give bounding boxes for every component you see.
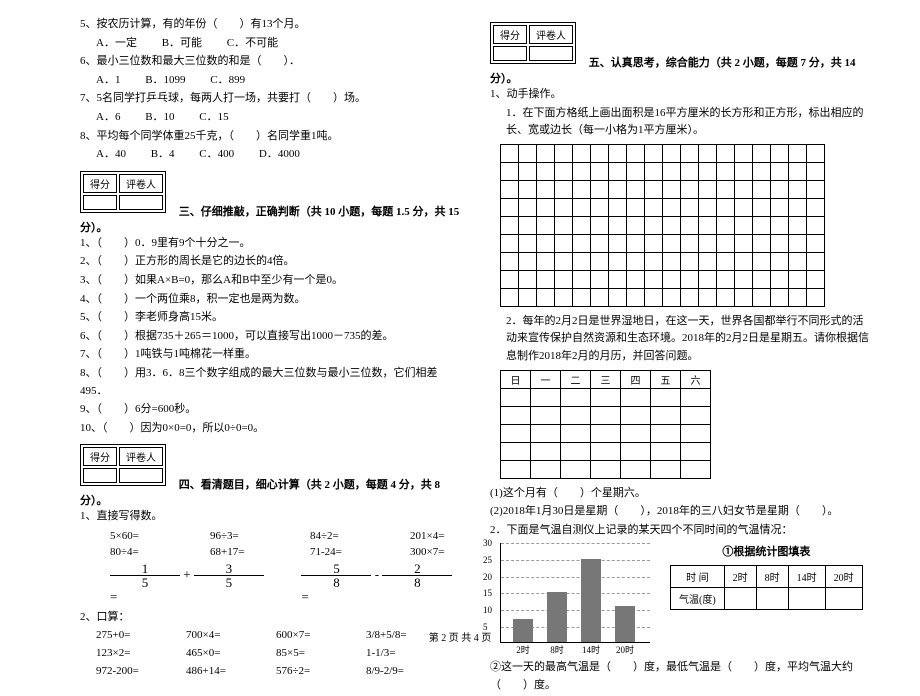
score-box-4: 得分 评卷人 四、看清题目，细心计算（共 2 小题，每题 4 分，共 8 分）。 xyxy=(80,438,460,508)
right-column: 得分 评卷人 五、认真思考，综合能力（共 2 小题，每题 7 分，共 14 分）… xyxy=(490,16,870,696)
j7: 7、（ ）1吨铁与1吨棉花一样重。 xyxy=(80,346,460,364)
q7: 7、5名同学打乒乓球，每两人打一场，共要打（ ）场。 xyxy=(80,90,460,108)
q8-opt-c: C．400 xyxy=(199,148,234,160)
q6-opt-c: C．899 xyxy=(210,74,245,86)
grid-paper xyxy=(500,144,825,307)
p1-1: 1．在下面方格纸上画出面积是16平方厘米的长方形和正方形，标出相应的长、宽或边长… xyxy=(490,105,870,140)
q8: 8、平均每个同学体重25千克，（ ）名同学重1吨。 xyxy=(80,128,460,146)
calendar-table: 日一二三四五六 xyxy=(500,370,711,479)
q6-opt-b: B．1099 xyxy=(145,74,185,86)
q-b: (2)2018年1月30日是星期（ ），2018年的三八妇女节是星期（ ）。 xyxy=(490,503,870,521)
q5-opt-b: B．可能 xyxy=(162,37,202,49)
j2: 2、（ ）正方形的周长是它的边长的4倍。 xyxy=(80,253,460,271)
reviewer-label: 评卷人 xyxy=(119,174,163,193)
j9: 9、（ ）6分=600秒。 xyxy=(80,401,460,419)
q5-opt-a: A．一定 xyxy=(96,37,137,49)
q8-opt-b: B．4 xyxy=(151,148,175,160)
j10: 10、（ ）因为0×0=0，所以0÷0=0。 xyxy=(80,420,460,438)
q7-opt-c: C．15 xyxy=(199,111,228,123)
score-box-3: 得分 评卷人 三、仔细推敲，正确判断（共 10 小题，每题 1.5 分，共 15… xyxy=(80,165,460,235)
calc-row-frac: 15 + 35 = 58 - 28 = xyxy=(80,562,460,605)
j8: 8、（ ）用3．6．8三个数字组成的最大三位数与最小三位数，它们相差495． xyxy=(80,365,460,400)
p1: 1、动手操作。 xyxy=(490,86,870,104)
stat-table: 时 间 2时 8时 14时 20时 气温(度) xyxy=(670,565,863,610)
j6: 6、（ ）根据735＋265＝1000，可以直接写出1000－735的差。 xyxy=(80,328,460,346)
conclusion: ②这一天的最高气温是（ ）度，最低气温是（ ）度，平均气温大约（ ）度。 xyxy=(490,659,870,694)
q5-opt-c: C．不可能 xyxy=(227,37,278,49)
page-footer: 第 2 页 共 4 页 xyxy=(0,629,920,644)
q7-opt-b: B．10 xyxy=(145,111,174,123)
q5: 5、按农历计算，有的年份（ ）有13个月。 xyxy=(80,16,460,34)
j4: 4、（ ）一个两位乘8，积一定也是两为数。 xyxy=(80,291,460,309)
calc-1-title: 1、直接写得数。 xyxy=(80,508,460,526)
left-column: 5、按农历计算，有的年份（ ）有13个月。 A．一定 B．可能 C．不可能 6、… xyxy=(80,16,460,696)
j5: 5、（ ）李老师身高15米。 xyxy=(80,309,460,327)
j1: 1、（ ）0．9里有9个十分之一。 xyxy=(80,235,460,253)
score-box-5: 得分 评卷人 五、认真思考，综合能力（共 2 小题，每题 7 分，共 14 分）… xyxy=(490,16,870,86)
q6: 6、最小三位数和最大三位数的和是（ ）． xyxy=(80,53,460,71)
score-label: 得分 xyxy=(83,174,117,193)
q8-opt-d: D．4000 xyxy=(259,148,300,160)
j3: 3、（ ）如果A×B=0，那么A和B中至少有一个是0。 xyxy=(80,272,460,290)
stat-title: ①根据统计图填表 xyxy=(670,543,863,559)
q8-opt-a: A．40 xyxy=(96,148,126,160)
calc-row-2: 80÷4= 68+17= 71-24= 300×7= xyxy=(80,546,460,558)
calc-row-1: 5×60= 96÷3= 84÷2= 201×4= xyxy=(80,530,460,542)
calc-2-title: 2、口算： xyxy=(80,609,460,627)
q6-opt-a: A．1 xyxy=(96,74,120,86)
q7-opt-a: A．6 xyxy=(96,111,120,123)
p2: 2．下面是气温自测仪上记录的某天四个不同时间的气温情况： xyxy=(490,522,870,540)
q-a: (1)这个月有（ ）个星期六。 xyxy=(490,485,870,503)
p1-2: 2．每年的2月2日是世界湿地日，在这一天，世界各国都举行不同形式的活动来宣传保护… xyxy=(490,313,870,366)
